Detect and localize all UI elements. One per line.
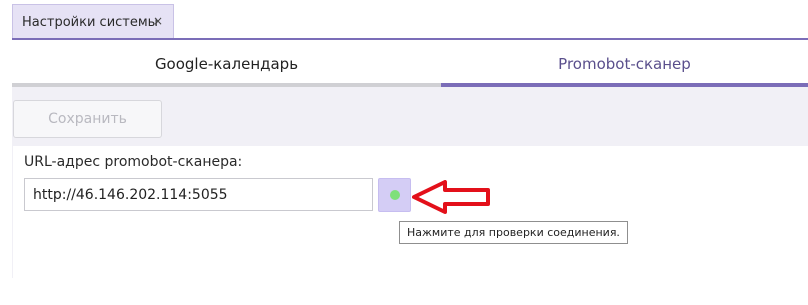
tab-underline-active	[441, 83, 808, 87]
document-tab-strip: Настройки системы ×	[0, 0, 808, 40]
red-arrow-annotation	[412, 180, 490, 214]
url-label: URL-адрес promobot-сканера:	[24, 154, 243, 170]
save-button-label: Сохранить	[48, 111, 127, 127]
url-input[interactable]	[24, 178, 373, 211]
tab-google-calendar[interactable]: Google-календарь	[12, 40, 441, 87]
check-connection-button[interactable]	[378, 178, 411, 212]
tab-underline-inactive	[12, 83, 441, 87]
tab-promobot-scanner[interactable]: Promobot-сканер	[441, 40, 808, 87]
tooltip: Нажмите для проверки соединения.	[399, 221, 628, 244]
status-dot-icon	[389, 190, 400, 200]
settings-panel: Google-календарь Promobot-сканер Сохрани…	[12, 40, 808, 278]
document-tab-system-settings[interactable]: Настройки системы ×	[12, 4, 174, 39]
save-button[interactable]: Сохранить	[13, 100, 162, 138]
scanner-form: URL-адрес promobot-сканера: Нажмите для …	[13, 146, 808, 278]
tab-label: Promobot-сканер	[558, 54, 691, 73]
tooltip-text: Нажмите для проверки соединения.	[407, 226, 620, 239]
close-icon[interactable]: ×	[153, 14, 163, 28]
tab-label: Google-календарь	[154, 54, 299, 73]
settings-tabs: Google-календарь Promobot-сканер	[12, 40, 808, 87]
document-tab-label: Настройки системы	[22, 14, 158, 30]
app-window: Настройки системы × Google-календарь Pro…	[0, 0, 808, 305]
